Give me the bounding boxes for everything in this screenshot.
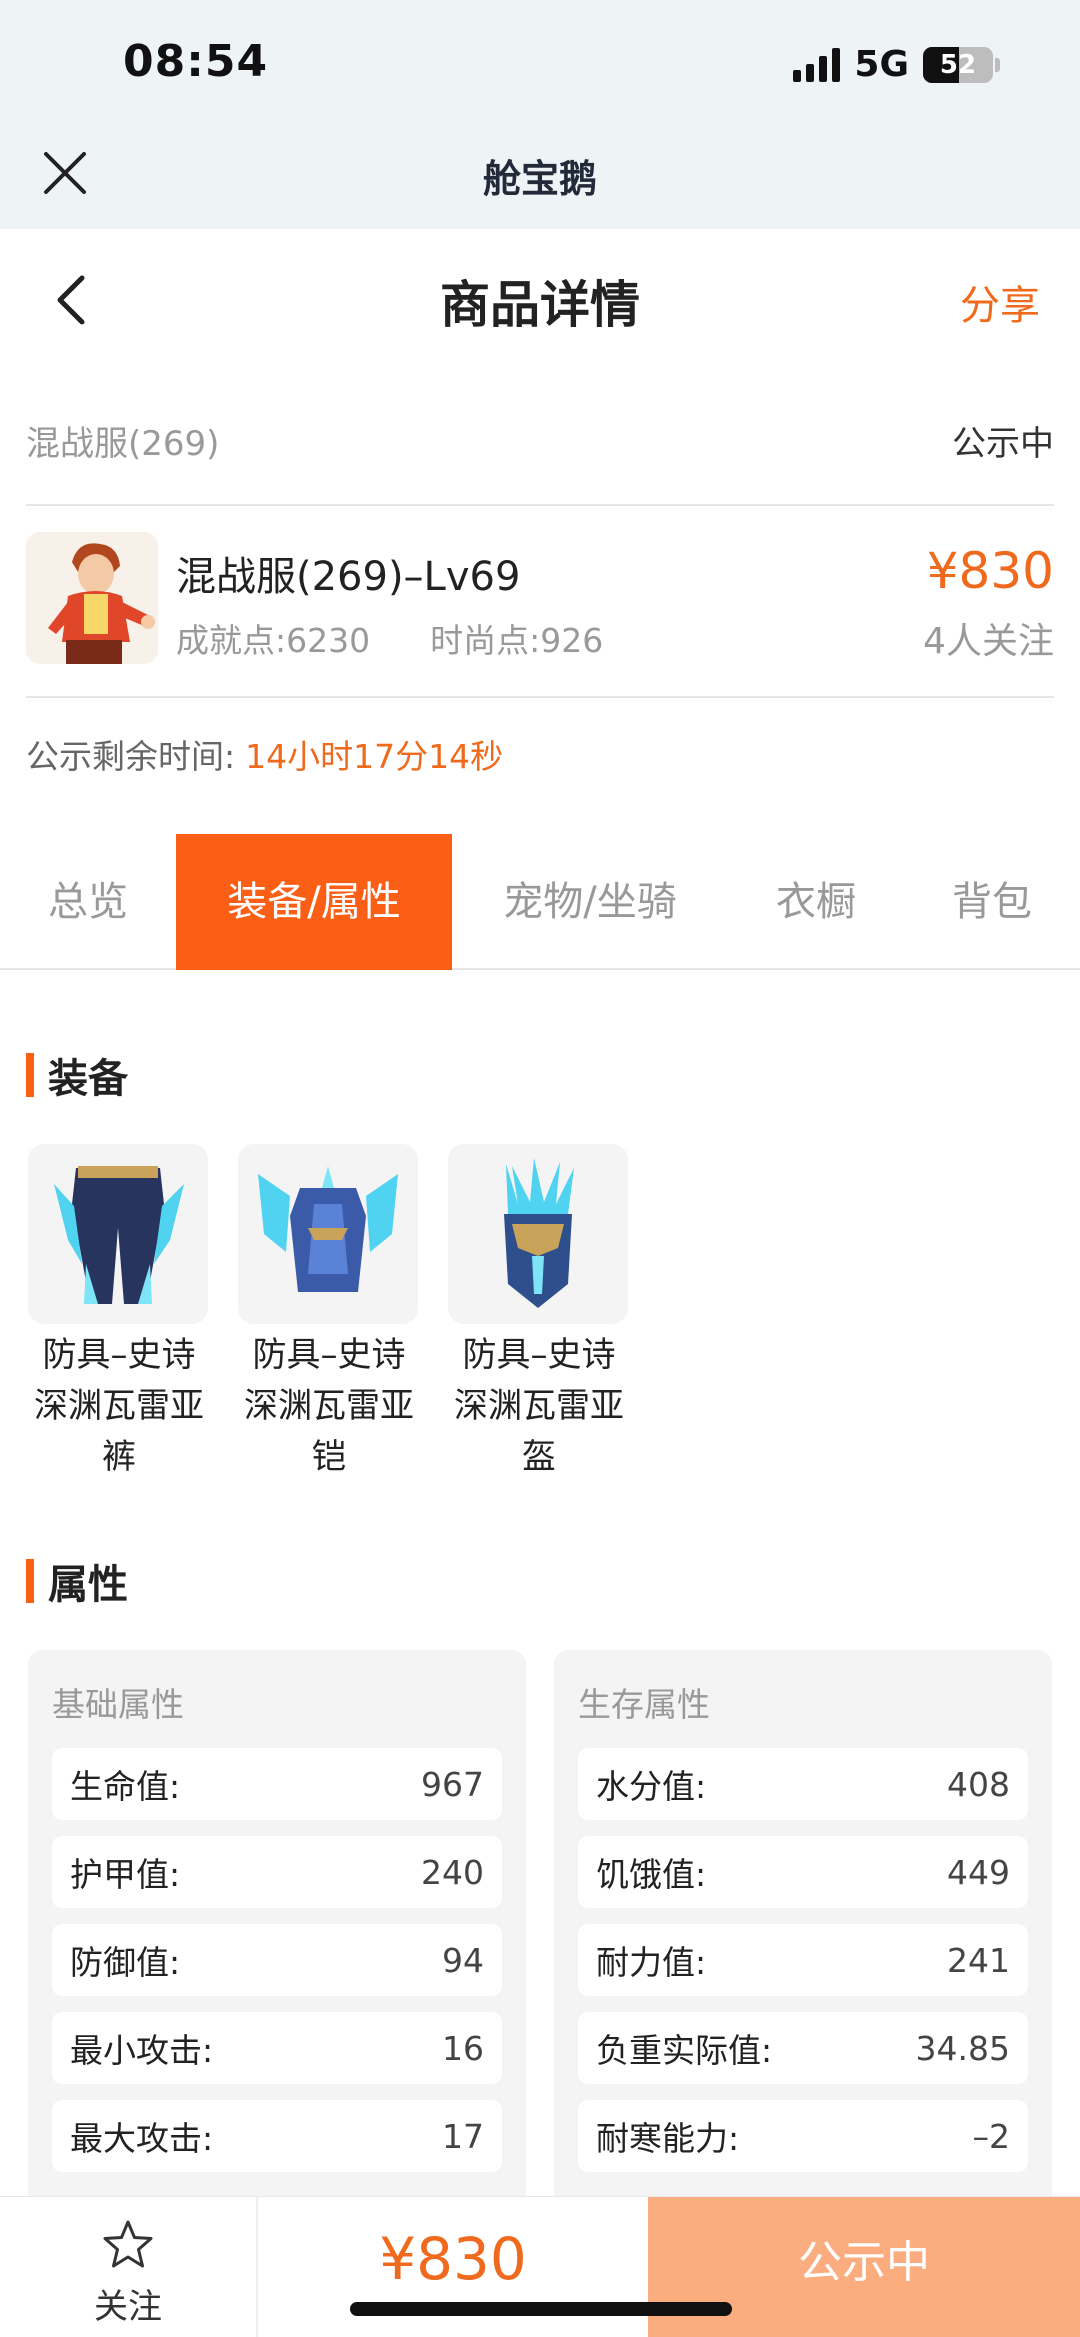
battery-tip: [995, 57, 1000, 72]
attribute-row: 耐寒能力: –2: [578, 2100, 1028, 2172]
follow-label: 关注: [94, 2287, 162, 2327]
follow-button[interactable]: 关注: [0, 2197, 258, 2337]
divider: [26, 696, 1054, 698]
section-accent-bar: [26, 1559, 34, 1603]
attributes-section-title: 属性: [26, 1552, 128, 1610]
product-card[interactable]: 混战服(269)–Lv69 成就点:6230 时尚点:926 ¥830 4人关注: [26, 532, 1054, 666]
divider: [26, 504, 1054, 506]
basic-attributes-panel: 基础属性 生命值: 967 护甲值: 240 防御值: 94 最小攻击: 16 最大攻击…: [28, 1650, 526, 2230]
server-name: 混战服(269): [26, 423, 220, 464]
panel-title: 生存属性: [578, 1685, 710, 1724]
equipment-name: 防具–史诗 深渊瓦雷亚 裤: [34, 1335, 204, 1477]
remaining-time-value: 14小时17分14秒: [245, 737, 504, 776]
character-figure-icon: [26, 532, 158, 664]
remaining-time-label: 公示剩余时间:: [26, 737, 236, 776]
armor-icon: [238, 1144, 418, 1324]
network-type: 5G: [854, 44, 909, 85]
bottom-price: ¥830: [379, 2225, 527, 2293]
tab-bar: 总览 装备/属性 宠物/坐骑 衣橱 背包: [0, 834, 1080, 970]
attribute-row: 护甲值: 240: [52, 1836, 502, 1908]
product-name: 混战服(269)–Lv69: [176, 554, 521, 600]
watchers-count: 4人关注: [923, 621, 1054, 662]
equipment-title: 装备: [48, 1056, 128, 1102]
helmet-icon: [448, 1144, 628, 1324]
attribute-row: 水分值: 408: [578, 1748, 1028, 1820]
battery-percent: 52: [939, 49, 977, 80]
top-bar: 08:54 5G 52 舱宝鹅: [0, 0, 1080, 229]
section-accent-bar: [26, 1053, 34, 1097]
signal-icon: [793, 47, 841, 82]
attribute-row: 防御值: 94: [52, 1924, 502, 1996]
tab-backpack[interactable]: 背包: [904, 834, 1080, 970]
attribute-row: 最小攻击: 16: [52, 2012, 502, 2084]
server-row: 混战服(269) 公示中: [26, 408, 1054, 472]
tab-equipment-attributes[interactable]: 装备/属性: [176, 834, 452, 970]
pants-icon: [28, 1144, 208, 1324]
attribute-row: 最大攻击: 17: [52, 2100, 502, 2172]
app-title: 舱宝鹅: [482, 157, 597, 201]
product-price: ¥830: [926, 542, 1054, 600]
panel-title: 基础属性: [52, 1685, 184, 1724]
attribute-row: 耐力值: 241: [578, 1924, 1028, 1996]
survival-attributes-panel: 生存属性 水分值: 408 饥饿值: 449 耐力值: 241 负重实际值: 34.85…: [554, 1650, 1052, 2230]
home-indicator: [350, 2302, 732, 2316]
equipment-item[interactable]: 防具–史诗 深渊瓦雷亚 铠: [238, 1144, 420, 1483]
fashion-points: 时尚点:926: [430, 621, 604, 660]
remaining-time: 公示剩余时间: 14小时17分14秒: [26, 730, 503, 778]
attributes-title: 属性: [48, 1562, 128, 1608]
status-indicators: 5G 52: [793, 44, 1000, 85]
share-button[interactable]: 分享: [960, 273, 1040, 331]
public-status-button[interactable]: 公示中: [648, 2197, 1080, 2337]
server-status: 公示中: [952, 423, 1054, 464]
attribute-row: 负重实际值: 34.85: [578, 2012, 1028, 2084]
page-header: 商品详情 分享: [0, 229, 1080, 369]
status-time: 08:54: [123, 36, 269, 87]
attribute-row: 饥饿值: 449: [578, 1836, 1028, 1908]
tab-overview[interactable]: 总览: [0, 834, 176, 970]
equipment-name: 防具–史诗 深渊瓦雷亚 铠: [244, 1335, 414, 1477]
equipment-name: 防具–史诗 深渊瓦雷亚 盔: [454, 1335, 624, 1477]
battery-icon: 52: [923, 46, 993, 83]
attribute-row: 生命值: 967: [52, 1748, 502, 1820]
tab-wardrobe[interactable]: 衣橱: [728, 834, 904, 970]
page-title: 商品详情: [440, 276, 640, 334]
character-avatar: [26, 532, 158, 664]
product-meta: 成就点:6230 时尚点:926: [176, 614, 603, 662]
star-icon: [103, 2220, 153, 2268]
equipment-item[interactable]: 防具–史诗 深渊瓦雷亚 裤: [28, 1144, 210, 1483]
tab-pets-mounts[interactable]: 宠物/坐骑: [452, 834, 728, 970]
equipment-item[interactable]: 防具–史诗 深渊瓦雷亚 盔: [448, 1144, 630, 1483]
achievement-points: 成就点:6230: [176, 621, 371, 660]
equipment-section-title: 装备: [26, 1046, 128, 1104]
